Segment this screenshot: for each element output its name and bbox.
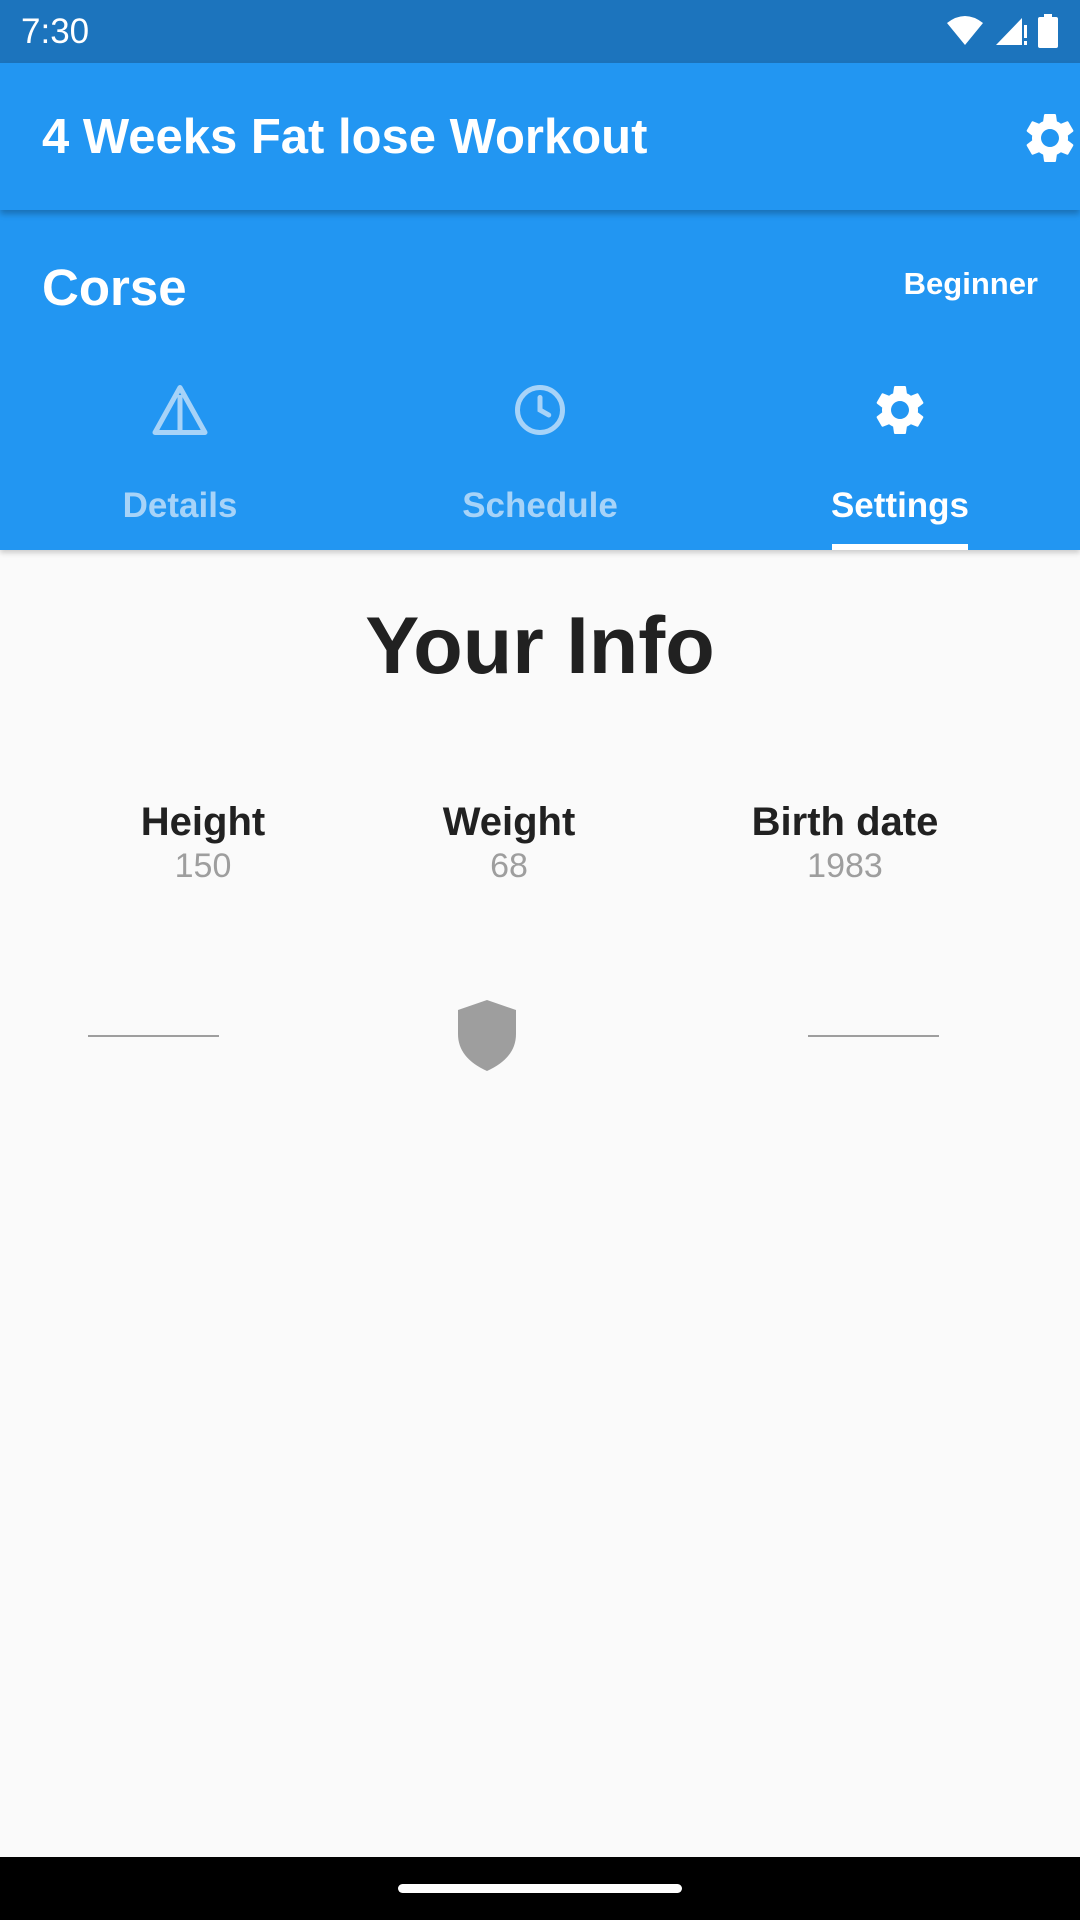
info-birth-date-label: Birth date [751,800,939,844]
tab-settings-label: Settings [830,486,970,525]
info-height[interactable]: Height 150 [103,800,303,886]
wifi-icon [947,16,983,45]
tab-details-label: Details [122,486,238,525]
status-bar: 7:30 [0,0,1080,63]
divider-left [88,1035,219,1037]
tab-schedule-label: Schedule [462,486,618,525]
status-time: 7:30 [21,12,90,51]
battery-icon [1038,14,1058,48]
gear-icon [876,386,924,434]
tab-details[interactable]: Details [0,380,360,550]
system-nav-bar [0,1857,1080,1920]
signal-icon [996,18,1027,45]
home-gesture-handle[interactable] [398,1884,682,1893]
course-header: Corse Beginner Details Schedule Settings [0,210,1080,550]
info-height-value: 150 [174,847,232,885]
active-tab-indicator [832,544,968,550]
info-height-label: Height [140,800,266,844]
shield-icon [458,1000,516,1071]
info-birth-date-value: 1983 [807,847,883,885]
tab-schedule[interactable]: Schedule [360,380,720,550]
info-weight[interactable]: Weight 68 [409,800,609,886]
app-bar: 4 Weeks Fat lose Workout [0,63,1080,210]
info-weight-label: Weight [442,800,576,844]
divider-right [808,1035,939,1037]
course-label: Corse [42,259,187,316]
clock-icon [515,385,565,435]
gear-icon[interactable] [1020,108,1080,168]
page-title: Your Info [365,601,715,691]
status-icons [946,14,1058,48]
tab-settings[interactable]: Settings [720,380,1080,550]
app-title: 4 Weeks Fat lose Workout [42,110,648,164]
info-birth-date[interactable]: Birth date 1983 [715,800,975,886]
level-label: Beginner [903,266,1038,301]
triangle-warning-icon [152,385,208,435]
info-weight-value: 68 [490,847,528,885]
